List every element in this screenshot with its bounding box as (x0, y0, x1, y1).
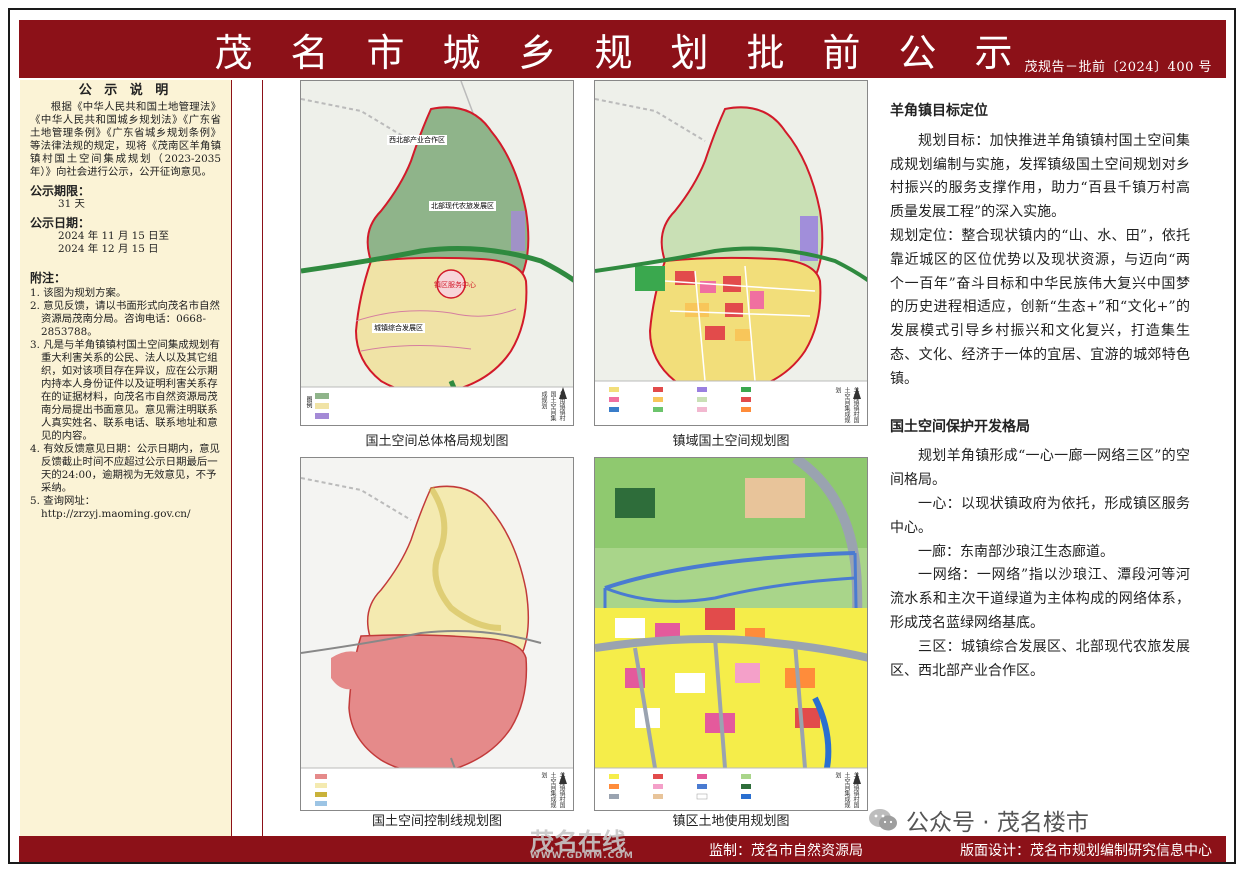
map-label-center: 镇区服务中心 (434, 281, 476, 289)
section-title-positioning: 羊角镇目标定位 (890, 103, 988, 119)
notice-panel: 公 示 说 明 根据《中华人民共和国土地管理法》《中华人民共和国城乡规划法》《广… (20, 80, 232, 836)
notes-list: 1. 该图为规划方案。 2. 意见反馈，请以书面形式向茂名市自然资源局茂南分局。… (30, 287, 221, 521)
header-banner: 茂名市城乡规划批前公示 茂规告－批前〔2024〕400 号 (19, 20, 1226, 78)
wechat-text: 公众号 · 茂名楼市 (906, 810, 1089, 836)
section2-center: 一心：以现状镇政府为依托，形成镇区服务中心。 (890, 495, 1190, 536)
section-title-pattern: 国土空间保护开发格局 (890, 418, 1030, 435)
wechat-icon (869, 809, 897, 831)
caption-land-use: 镇区土地使用规划图 (672, 814, 790, 829)
section2-corridor: 一廊：东南部沙琅江生态廊道。 (918, 543, 1114, 560)
legend-title: 图例 (305, 396, 312, 408)
wechat-watermark: 公众号 · 茂名楼市 (868, 800, 1208, 840)
control-line-map: 羊角镇镇村国土空间集成规划 (300, 457, 574, 811)
date-to: 2024 年 12 月 15 日 (58, 243, 159, 255)
site-watermark: 茂名在线 WWW.GDMM.COM (530, 822, 634, 861)
section2-network: 一网络：一网络”指以沙琅江、潭段河等河流水系和主次干道绿道为主体构成的网络体系，… (890, 567, 1190, 631)
town-land-map-graphic (595, 81, 867, 425)
land-use-map-graphic (595, 458, 867, 810)
section2-overview: 规划羊角镇形成“一心一廊一网络三区”的空间格局。 (890, 448, 1190, 489)
map-side-label: 羊角镇镇村国土空间集成规划 (540, 391, 565, 421)
map-label-northwest: 西北部产业合作区 (387, 135, 447, 145)
watermark-url: WWW.GDMM.COM (530, 851, 634, 861)
dates-label: 公示日期： (30, 216, 91, 230)
overall-pattern-map-graphic (301, 81, 573, 425)
note-item: 5. 查询网址： (30, 495, 96, 507)
section1-goal: 规划目标：加快推进羊角镇镇村国土空间集成规划编制与实施，发挥镇级国土空间规划对乡… (890, 132, 1190, 221)
map-label-urban: 城镇综合发展区 (372, 323, 425, 333)
footer-designer: 版面设计：茂名市规划编制研究信息中心 (960, 843, 1212, 859)
footer-supervisor: 监制：茂名市自然资源局 (709, 843, 863, 859)
overall-pattern-map: 西北部产业合作区 北部现代农旅发展区 镇区服务中心 城镇综合发展区 图例 羊角镇… (300, 80, 574, 426)
map-side-label: 羊角镇镇村国土空间集成规划 (834, 387, 859, 423)
document-number: 茂规告－批前〔2024〕400 号 (1024, 60, 1212, 75)
period-label: 公示期限： (30, 184, 91, 198)
town-land-map: 羊角镇镇村国土空间集成规划 (594, 80, 868, 426)
control-line-map-graphic (301, 458, 573, 810)
caption-town-land: 镇域国土空间规划图 (672, 434, 790, 449)
date-from: 2024 年 11 月 15 日至 (58, 230, 169, 242)
notes-label: 附注： (30, 271, 67, 285)
note-item: 2. 意见反馈，请以书面形式向茂名市自然资源局茂南分局。咨询电话：0668-28… (30, 300, 220, 338)
caption-overall-pattern: 国土空间总体格局规划图 (365, 434, 509, 449)
content-column: 羊角镇目标定位 规划目标：加快推进羊角镇镇村国土空间集成规划编制与实施，发挥镇级… (890, 100, 1190, 683)
note-item: 4. 有效反馈意见日期：公示日期内，意见反馈截止时间不应超过公示日期最后一天的2… (30, 443, 220, 494)
notice-intro: 根据《中华人民共和国土地管理法》《中华人民共和国城乡规划法》《广东省土地管理条例… (30, 101, 221, 178)
map-side-label: 羊角镇镇村国土空间集成规划 (540, 772, 565, 808)
map-side-label: 羊角镇镇村国土空间集成规划 (834, 772, 859, 808)
note-item: 3. 凡是与羊角镇镇村国土空间集成规划有重大利害关系的公民、法人以及其它组织，如… (30, 339, 220, 442)
map-label-north: 北部现代农旅发展区 (429, 201, 496, 211)
period-value: 31 天 (58, 198, 85, 210)
notice-heading: 公 示 说 明 (78, 83, 173, 98)
query-url[interactable]: http://zrzyj.maoming.gov.cn/ (30, 508, 221, 521)
note-item: 1. 该图为规划方案。 (30, 287, 127, 299)
section2-zones: 三区：城镇综合发展区、北部现代农旅发展区、西北部产业合作区。 (890, 638, 1190, 679)
land-use-map: 羊角镇镇村国土空间集成规划 (594, 457, 868, 811)
section1-positioning: 规划定位：整合现状镇内的“山、水、田”，依托靠近城区的区位优势以及现状资源，与迈… (890, 227, 1190, 387)
maps-area: 西北部产业合作区 北部现代农旅发展区 镇区服务中心 城镇综合发展区 图例 羊角镇… (263, 80, 875, 836)
